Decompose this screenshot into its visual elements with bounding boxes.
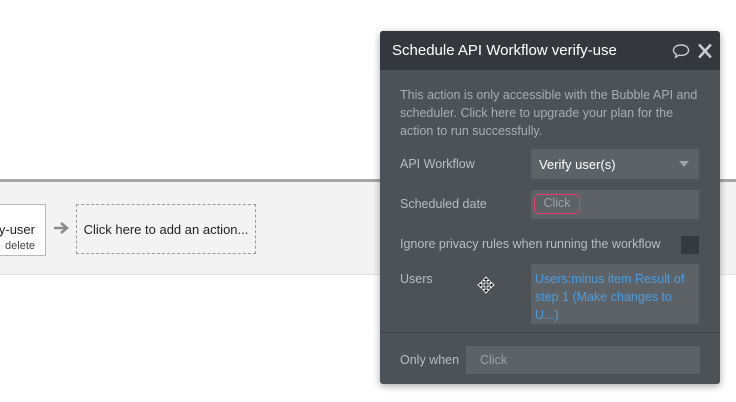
ignore-privacy-label: Ignore privacy rules when running the wo… <box>400 237 661 251</box>
ignore-privacy-checkbox[interactable] <box>681 236 699 254</box>
api-workflow-dropdown[interactable]: Verify user(s) <box>531 149 699 179</box>
section-divider <box>380 332 720 333</box>
move-cursor-icon <box>477 276 495 294</box>
users-label: Users <box>400 272 433 286</box>
chevron-down-icon <box>679 161 689 167</box>
arrow-right-icon <box>54 222 69 234</box>
users-expression[interactable]: Users:minus item Result of step 1 (Make … <box>535 270 695 324</box>
api-workflow-label: API Workflow <box>400 157 475 171</box>
scheduled-date-click[interactable]: Click <box>534 194 580 214</box>
add-action-button[interactable]: Click here to add an action... <box>76 204 256 254</box>
upgrade-notice[interactable]: This action is only accessible with the … <box>400 86 705 140</box>
comment-icon[interactable] <box>672 43 690 59</box>
property-editor-panel: Schedule API Workflow verify-use This ac… <box>380 31 720 384</box>
panel-title: Schedule API Workflow verify-use <box>392 42 617 59</box>
api-workflow-value: Verify user(s) <box>539 157 616 172</box>
users-expression-field[interactable]: Users:minus item Result of step 1 (Make … <box>531 264 699 324</box>
only-when-placeholder: Click <box>480 353 508 367</box>
event-card[interactable]: fy-user delete <box>0 204 46 256</box>
scheduled-date-field[interactable]: Click <box>531 190 699 219</box>
event-delete-link[interactable]: delete <box>5 240 35 252</box>
only-when-label: Only when <box>400 353 460 367</box>
scheduled-date-label: Scheduled date <box>400 197 487 211</box>
panel-header: Schedule API Workflow verify-use <box>380 31 720 70</box>
only-when-field[interactable]: Click <box>466 346 700 374</box>
header-icons <box>672 43 714 59</box>
close-icon[interactable] <box>696 43 714 59</box>
event-title: fy-user <box>0 222 35 237</box>
